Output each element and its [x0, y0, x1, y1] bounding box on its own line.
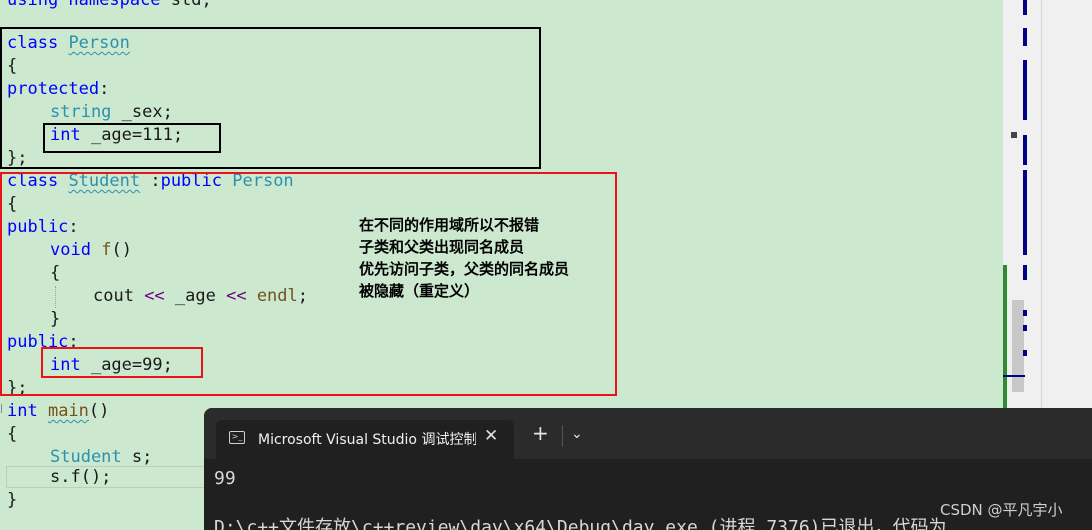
change-indicator	[1003, 265, 1007, 410]
terminal-output-line: D:\c++文件存放\c++review\day\x64\Debug\day.e…	[214, 517, 947, 530]
terminal-icon: >_	[229, 431, 245, 444]
scroll-marker	[1023, 135, 1027, 165]
scroll-caret-marker	[1003, 375, 1025, 377]
divider	[562, 425, 563, 447]
annotation-note-line: 在不同的作用域所以不报错	[359, 216, 540, 234]
scroll-marker	[1023, 60, 1027, 120]
terminal-output-line: 99	[214, 468, 236, 489]
terminal-tab-bar: >_ Microsoft Visual Studio 调试控制台 ✕ + ⌄	[204, 408, 1092, 459]
scroll-marker	[1023, 170, 1027, 255]
scroll-marker	[1011, 132, 1017, 138]
scroll-marker	[1023, 310, 1027, 316]
scroll-marker	[1023, 28, 1027, 46]
terminal-tab[interactable]: >_ Microsoft Visual Studio 调试控制台 ✕	[216, 420, 514, 459]
code-line-brace: }	[7, 490, 18, 510]
close-tab-icon[interactable]: ✕	[484, 426, 498, 446]
code-line-decl-s: Student s;	[50, 447, 153, 467]
code-line-using: using namespace std;	[7, 0, 212, 10]
code-line-call-f: s.f();	[50, 467, 112, 487]
code-line-brace: {	[7, 424, 18, 444]
chevron-down-icon[interactable]: ⌄	[571, 426, 583, 442]
annotation-note-line: 优先访问子类，父类的同名成员	[359, 260, 570, 278]
scroll-marker	[1023, 0, 1027, 15]
annotation-note-line: 子类和父类出现同名成员	[359, 238, 525, 256]
annotation-note-line: 被隐藏（重定义）	[359, 282, 480, 300]
watermark: CSDN @平凡宇小	[940, 501, 1063, 519]
terminal-tab-title: Microsoft Visual Studio 调试控制台	[258, 432, 476, 448]
new-tab-button[interactable]: +	[532, 423, 549, 443]
annotation-box-age-111	[43, 123, 221, 153]
annotation-note: 在不同的作用域所以不报错 子类和父类出现同名成员 优先访问子类，父类的同名成员 …	[359, 214, 569, 302]
scroll-marker	[1023, 350, 1027, 356]
code-line-main: int main()	[7, 401, 110, 421]
annotation-box-age-99	[41, 347, 203, 378]
scroll-marker	[1023, 265, 1027, 280]
scroll-marker	[1023, 325, 1027, 331]
